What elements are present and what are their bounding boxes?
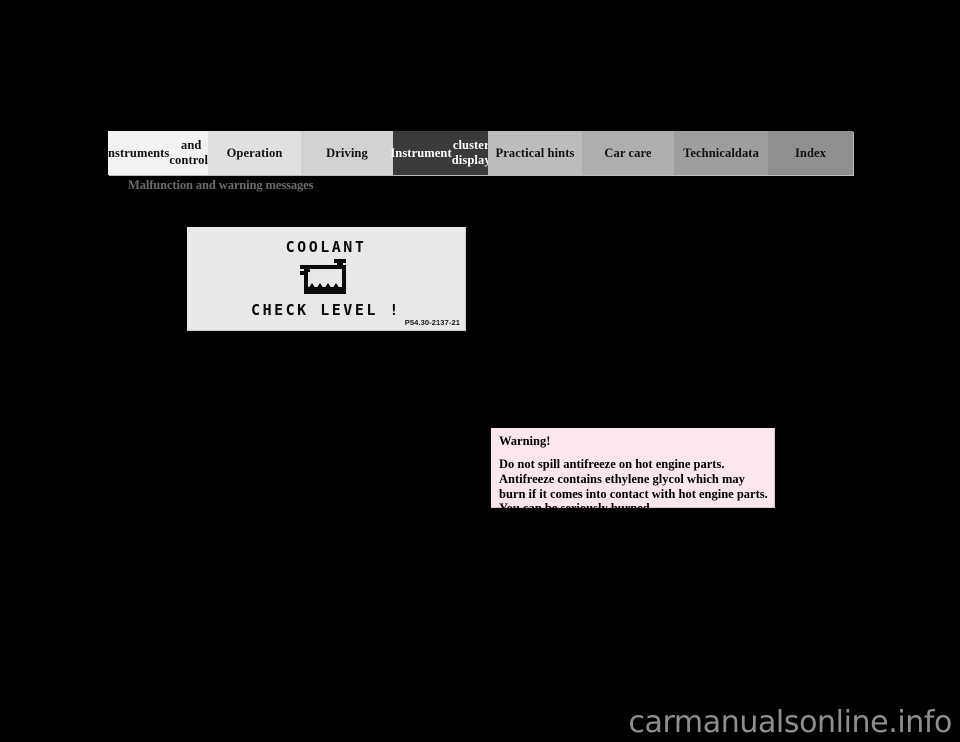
tab-practical-hints[interactable]: Practical hints — [488, 131, 582, 175]
tab-label-line: Operation — [226, 145, 283, 160]
tab-instruments-and-controls[interactable]: Instruments and controls — [103, 131, 213, 175]
tab-label-line: Driving — [326, 145, 368, 160]
tab-label-line: data — [734, 145, 759, 160]
tab-driving[interactable]: Driving — [301, 131, 393, 175]
tab-label-line: and controls — [169, 138, 214, 167]
instrument-cluster-display-figure: COOLANT CHECK LEVEL ! P54.30-2137-21 — [187, 227, 466, 331]
tab-label-line: Practical hints — [495, 145, 575, 160]
warning-body-line: You can be seriously burned. — [499, 501, 653, 516]
figure-reference-code: P54.30-2137-21 — [404, 318, 460, 327]
page-background: Instruments and controls Operation Driving I… — [0, 0, 960, 742]
tab-label-line: cluster display — [451, 138, 491, 167]
coolant-reservoir-icon — [294, 259, 358, 304]
tab-label-line: Instruments — [103, 145, 170, 160]
warning-body: Do not spill antifreeze on hot engine pa… — [499, 457, 768, 516]
tab-label-line: Car care — [604, 145, 652, 160]
site-watermark: carmanualsonline.info — [628, 705, 952, 740]
section-heading: Malfunction and warning messages — [128, 178, 314, 192]
display-top-line: COOLANT — [285, 238, 367, 256]
warning-body-line: Do not spill antifreeze on hot engine pa… — [499, 457, 725, 471]
warning-body-line: burn if it comes into contact with hot e… — [499, 486, 768, 501]
tab-index[interactable]: Index — [768, 131, 853, 175]
tab-operation[interactable]: Operation — [208, 131, 301, 175]
warning-body-line: Antifreeze contains ethylene glycol whic… — [499, 471, 745, 486]
tab-label-line: Instrument — [390, 145, 452, 160]
display-bottom-line: CHECK LEVEL ! — [251, 301, 401, 319]
warning-box: Warning! Do not spill antifreeze on hot … — [491, 428, 775, 515]
tab-instrument-cluster-display[interactable]: Instrument cluster display — [390, 131, 491, 175]
chapter-tab-bar: Instruments and controls Operation Driving I… — [103, 131, 853, 175]
tab-label-line: Index — [794, 145, 827, 160]
tab-label-line: Technical — [683, 145, 735, 160]
warning-title: Warning! — [499, 434, 551, 448]
tab-car-care[interactable]: Car care — [582, 131, 674, 175]
tab-technical-data[interactable]: Technical data — [674, 131, 768, 175]
